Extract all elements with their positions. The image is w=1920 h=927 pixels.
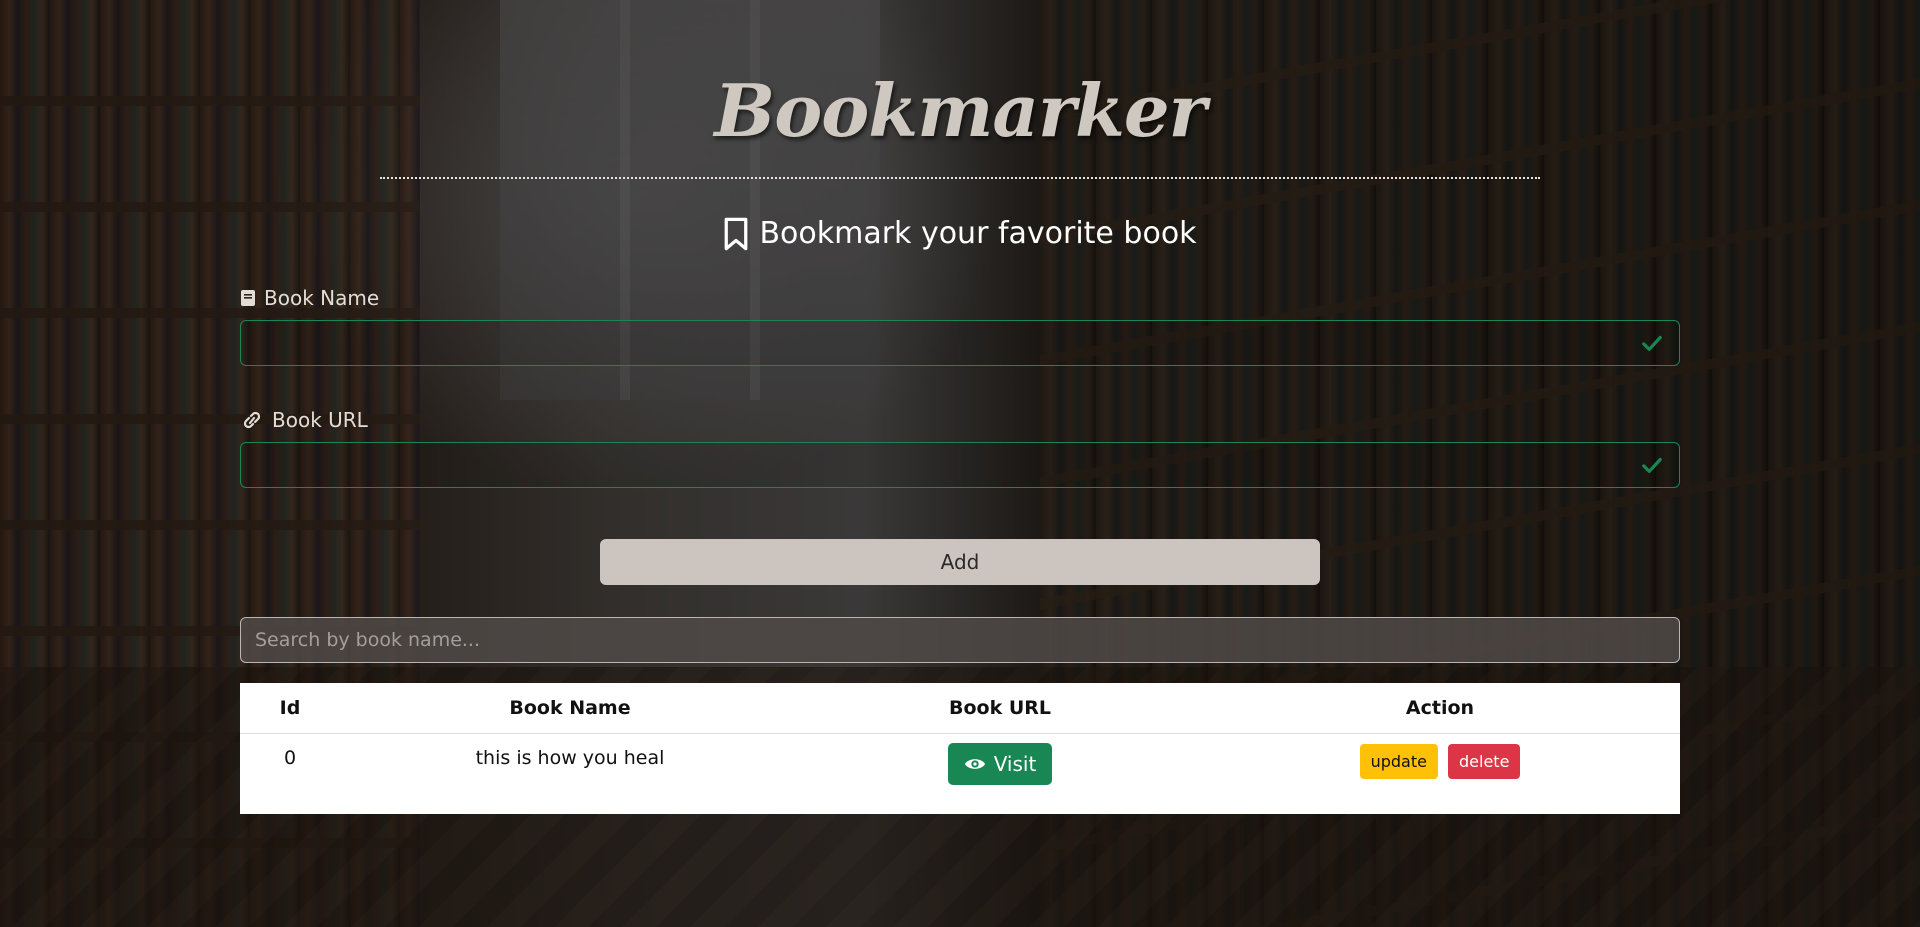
update-button[interactable]: update [1359, 744, 1438, 779]
book-icon [241, 290, 255, 306]
row-id: 0 [283, 747, 297, 769]
row-book-url: Visit [800, 734, 1200, 815]
book-name-label: Book Name [240, 286, 379, 310]
column-header-id: Id [240, 683, 340, 734]
delete-button[interactable]: delete [1448, 744, 1521, 779]
app-title: Bookmarker [714, 68, 1206, 153]
book-url-input[interactable] [241, 443, 1679, 487]
form-heading: Bookmark your favorite book [0, 216, 1920, 251]
book-url-label-text: Book URL [272, 408, 368, 432]
book-name-label-text: Book Name [264, 286, 380, 310]
column-header-book-url: Book URL [800, 683, 1200, 734]
main-content: Bookmarker Bookmark your favorite book B… [0, 0, 1920, 927]
eye-icon [964, 759, 985, 769]
link-icon [243, 411, 261, 429]
search-field [240, 617, 1680, 663]
bookmarks-table: Id Book Name Book URL Action 0 this is h… [240, 683, 1680, 814]
table-header-row: Id Book Name Book URL Action [240, 683, 1680, 734]
column-header-book-name: Book Name [340, 683, 800, 734]
check-icon [1642, 457, 1662, 474]
title-divider [380, 177, 1540, 179]
book-name-field [240, 320, 1680, 366]
bookmark-icon [725, 217, 748, 250]
table-row: 0 this is how you heal Visit update dele [240, 734, 1680, 815]
row-actions: update delete [1200, 734, 1680, 815]
column-header-action: Action [1200, 683, 1680, 734]
book-name-input[interactable] [241, 321, 1679, 365]
visit-button-label: Visit [993, 752, 1037, 776]
visit-button[interactable]: Visit [947, 743, 1053, 785]
add-button[interactable]: Add [600, 539, 1320, 585]
check-icon [1642, 335, 1662, 352]
book-url-label: Book URL [240, 408, 368, 432]
row-book-name: this is how you heal [475, 747, 665, 769]
book-url-field [240, 442, 1680, 488]
form-heading-text: Bookmark your favorite book [759, 216, 1197, 251]
search-input[interactable] [241, 618, 1679, 662]
